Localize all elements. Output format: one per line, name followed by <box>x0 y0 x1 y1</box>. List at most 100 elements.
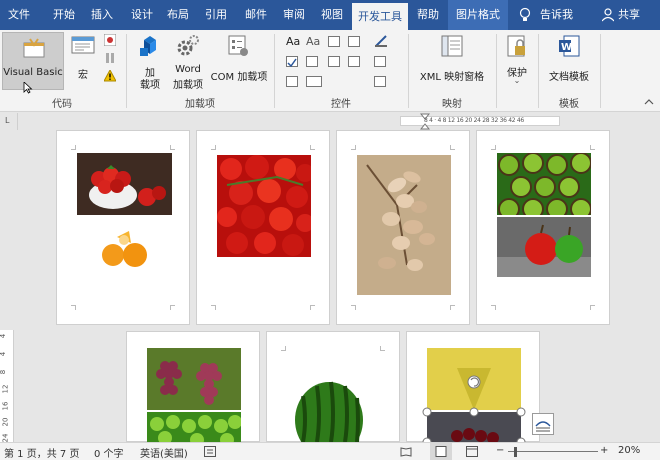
watermelon-image[interactable] <box>293 376 365 443</box>
zoom-slider-thumb[interactable] <box>514 447 517 457</box>
repeating-section-icon[interactable] <box>286 76 298 87</box>
page-count[interactable]: 第 1 页，共 7 页 <box>4 445 79 460</box>
group-icon[interactable] <box>374 76 386 87</box>
page-5[interactable] <box>126 331 260 443</box>
zoom-slider[interactable] <box>508 451 598 452</box>
tab-review[interactable]: 审阅 <box>276 0 312 30</box>
xml-mapping-pane-button[interactable]: XML 映射窗格 <box>414 34 490 90</box>
mouse-cursor-icon <box>23 82 33 94</box>
crop-mark <box>281 346 286 351</box>
zoom-out-button[interactable]: − <box>496 445 504 456</box>
plain-text-control-icon[interactable]: Aa <box>306 35 320 48</box>
picture-control-icon[interactable] <box>328 36 340 47</box>
properties-icon[interactable] <box>374 56 386 67</box>
page-3[interactable] <box>336 130 470 325</box>
macro-button[interactable]: 宏 <box>68 34 98 84</box>
print-layout-icon[interactable] <box>430 443 452 460</box>
apple-image[interactable] <box>497 217 591 277</box>
addins-button[interactable]: 加 载项 <box>134 34 166 91</box>
tab-developer[interactable]: 开发工具 <box>352 3 408 30</box>
grape-image[interactable] <box>147 348 241 410</box>
dropdown-list-icon[interactable] <box>328 56 340 67</box>
strawberry-image[interactable] <box>77 153 172 215</box>
crop-mark <box>211 145 216 150</box>
group-label-controls: 控件 <box>331 99 351 110</box>
tab-help[interactable]: 帮助 <box>410 0 446 30</box>
page-2[interactable] <box>196 130 330 325</box>
crop-mark <box>491 145 496 150</box>
word-count[interactable]: 0 个字 <box>94 445 124 460</box>
separator <box>126 34 127 108</box>
user-icon <box>601 0 616 30</box>
visual-basic-button[interactable]: Visual Basic <box>2 32 64 94</box>
accessibility-icon[interactable] <box>204 446 216 460</box>
page-1[interactable] <box>56 130 190 325</box>
language[interactable]: 英语(美国) <box>140 445 188 460</box>
tab-insert[interactable]: 插入 <box>84 0 120 30</box>
ribbon-developer: Visual Basic 宏 代码 加 载项 Word 加载项 COM 加载项 … <box>0 30 660 112</box>
crop-mark <box>491 305 496 310</box>
macro-security-icon[interactable] <box>103 68 117 82</box>
design-mode-icon[interactable] <box>374 34 388 48</box>
separator <box>600 34 601 108</box>
collapse-ribbon-icon[interactable] <box>644 98 654 106</box>
word-document-icon: W <box>559 35 580 57</box>
tab-design[interactable]: 设计 <box>122 0 162 30</box>
document-template-button[interactable]: W 文档模板 <box>544 34 594 90</box>
orange-image[interactable] <box>99 227 151 271</box>
zoom-in-button[interactable]: + <box>600 445 608 456</box>
tab-view[interactable]: 视图 <box>314 0 350 30</box>
layout-options-button[interactable] <box>532 413 554 435</box>
crop-mark <box>71 305 76 310</box>
tab-home[interactable]: 开始 <box>46 0 82 30</box>
svg-text:W: W <box>561 42 572 53</box>
horizontal-ruler[interactable]: 8 4 · 4 8 12 16 20 24 28 32 36 42 46 <box>22 113 660 130</box>
page-6[interactable] <box>266 331 400 443</box>
read-mode-icon[interactable] <box>400 446 412 460</box>
checkbox-control-icon[interactable] <box>286 56 298 68</box>
pause-macro-icon[interactable] <box>104 52 116 64</box>
tell-me-box[interactable]: 告诉我 <box>540 0 580 30</box>
word-addins-button[interactable]: Word 加载项 <box>168 34 208 91</box>
date-picker-icon[interactable] <box>348 56 360 67</box>
com-addins-button[interactable]: COM 加载项 <box>208 34 270 90</box>
crop-mark <box>590 145 595 150</box>
com-addins-icon <box>228 35 248 56</box>
protect-document-icon <box>507 35 525 57</box>
crop-mark <box>380 346 385 351</box>
tab-selector[interactable]: L <box>0 113 18 130</box>
share-button[interactable]: 共享 <box>618 0 648 30</box>
web-layout-icon[interactable] <box>466 446 478 460</box>
group-label-code: 代码 <box>52 99 72 110</box>
layout-options-icon <box>535 421 551 432</box>
crop-mark <box>450 145 455 150</box>
tomato-image[interactable] <box>217 155 311 257</box>
vertical-ruler[interactable]: 4 4 8 12 16 20 24 <box>0 330 14 442</box>
almond-image[interactable] <box>357 155 451 295</box>
tab-references[interactable]: 引用 <box>198 0 234 30</box>
gear-icon <box>177 35 199 56</box>
legacy-tools-icon[interactable] <box>306 76 322 87</box>
rich-text-control-icon[interactable]: Aa <box>286 35 300 48</box>
record-macro-icon[interactable] <box>103 33 117 47</box>
building-block-icon[interactable] <box>348 36 360 47</box>
tab-mailings[interactable]: 邮件 <box>238 0 274 30</box>
tab-picture-format[interactable]: 图片格式 <box>448 0 508 30</box>
separator <box>538 34 539 108</box>
page-7[interactable] <box>406 331 540 443</box>
crop-mark <box>71 145 76 150</box>
tab-file[interactable]: 文件 <box>0 0 38 30</box>
status-bar: 第 1 页，共 7 页 0 个字 英语(美国) − + 20% <box>0 442 660 460</box>
crop-mark <box>310 305 315 310</box>
crop-mark <box>351 305 356 310</box>
protect-button[interactable]: 保护 ⌄ <box>502 34 532 90</box>
zoom-level[interactable]: 20% <box>618 445 640 456</box>
selection-handles[interactable] <box>421 342 527 443</box>
tab-layout[interactable]: 布局 <box>160 0 196 30</box>
crop-mark <box>170 305 175 310</box>
combo-box-icon[interactable] <box>306 56 318 67</box>
page-4[interactable] <box>476 130 610 325</box>
group-label-addins: 加载项 <box>185 99 215 110</box>
kiwi-image[interactable] <box>497 153 591 215</box>
green-grape-image[interactable] <box>147 412 241 443</box>
